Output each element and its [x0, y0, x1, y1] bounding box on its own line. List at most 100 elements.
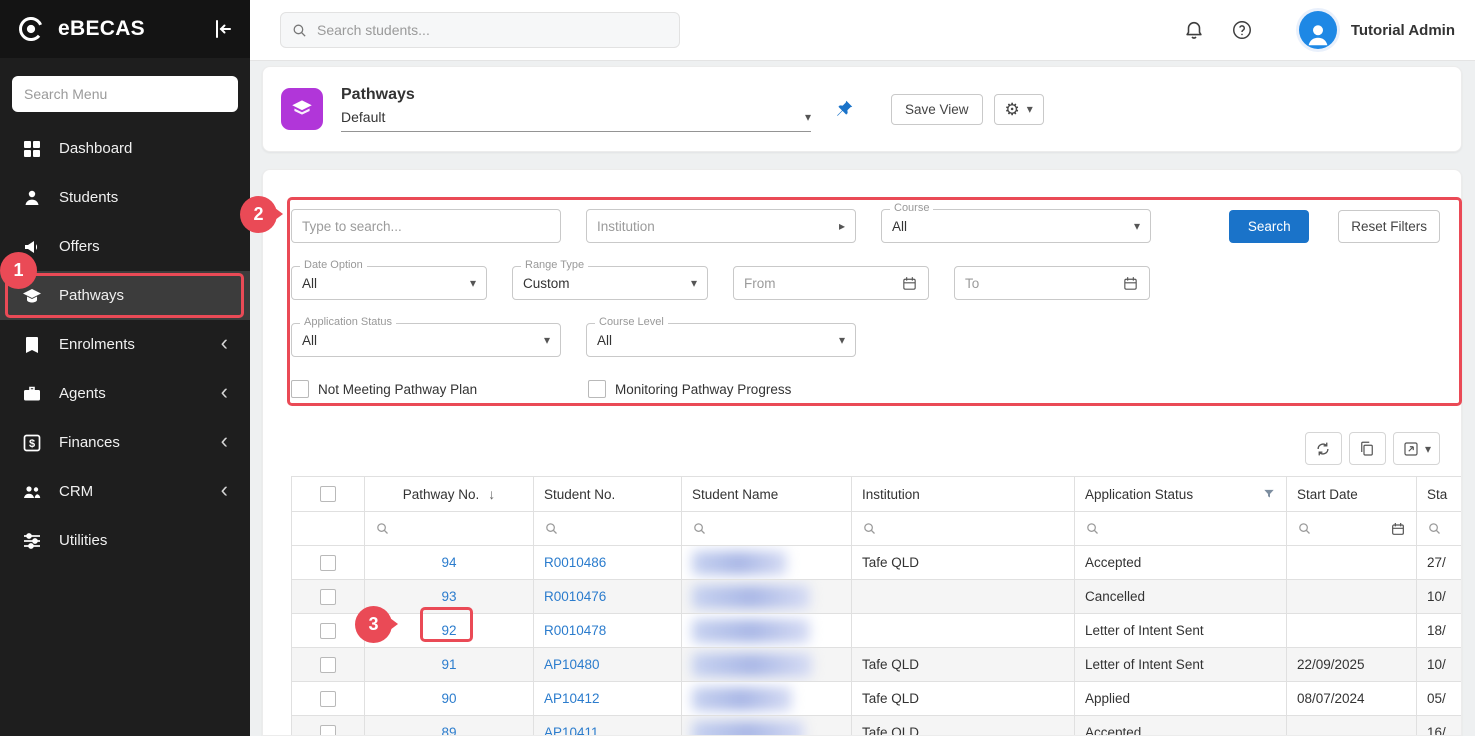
grid-row[interactable]: 90 AP10412 Tafe QLD Applied 08/07/2024 0… [292, 682, 1462, 716]
student-search-input[interactable] [317, 22, 669, 38]
copy-button[interactable] [1349, 432, 1386, 465]
row-checkbox[interactable] [320, 589, 336, 605]
header-cell-pathway-no[interactable]: Pathway No. ↓ [365, 477, 534, 511]
pathway-link[interactable]: 89 [441, 725, 456, 736]
monitoring-checkbox-group: Monitoring Pathway Progress [588, 380, 791, 398]
date-option-field[interactable]: Date Option All ▾ [291, 266, 487, 300]
course-field[interactable]: Course All ▾ [881, 209, 1151, 243]
sidebar-item-students[interactable]: Students [0, 173, 250, 222]
to-date-input[interactable] [965, 276, 1122, 291]
help-icon[interactable] [1231, 19, 1253, 41]
sidebar-item-finances[interactable]: $ Finances ‹ [0, 418, 250, 467]
select-all-checkbox[interactable] [320, 486, 336, 502]
grid-row[interactable]: 91 AP10480 Tafe QLD Letter of Intent Sen… [292, 648, 1462, 682]
row-checkbox[interactable] [320, 555, 336, 571]
student-link[interactable]: AP10480 [544, 657, 600, 672]
sort-descending-icon[interactable]: ↓ [488, 486, 495, 502]
sidebar-collapse-icon[interactable] [210, 17, 234, 41]
from-date-input[interactable] [744, 276, 901, 291]
monitoring-checkbox[interactable] [588, 380, 606, 398]
student-no-cell: AP10480 [534, 648, 682, 681]
save-view-button[interactable]: Save View [891, 94, 983, 125]
filter-cell-status[interactable] [1417, 512, 1462, 545]
status-cell: 10/ [1417, 648, 1462, 681]
view-settings-button[interactable]: ⚙ ▾ [994, 94, 1044, 125]
pathway-link[interactable]: 91 [441, 657, 456, 672]
menu-search-input[interactable] [12, 76, 238, 112]
grid-row[interactable]: 92 R0010478 Letter of Intent Sent 18/ [292, 614, 1462, 648]
sidebar-item-crm[interactable]: CRM ‹ [0, 467, 250, 516]
sidebar-item-dashboard[interactable]: Dashboard [0, 124, 250, 173]
student-link[interactable]: R0010478 [544, 623, 606, 638]
filter-cell-application-status[interactable] [1075, 512, 1287, 545]
filter-row-3: Application Status All ▾ Course Level Al… [291, 323, 1440, 357]
sidebar-item-offers[interactable]: Offers [0, 222, 250, 271]
institution-field[interactable]: Institution ▸ [586, 209, 856, 243]
filter-cell-student-name[interactable] [682, 512, 852, 545]
filter-cell-start-date[interactable] [1287, 512, 1417, 545]
not-meeting-checkbox[interactable] [291, 380, 309, 398]
row-checkbox[interactable] [320, 657, 336, 673]
pin-view-icon[interactable] [833, 98, 855, 120]
user-name: Tutorial Admin [1351, 22, 1455, 39]
grid-row[interactable]: 93 R0010476 Cancelled 10/ [292, 580, 1462, 614]
from-date-field[interactable] [733, 266, 929, 300]
pathway-link[interactable]: 90 [441, 691, 456, 706]
chevron-down-icon: ▾ [691, 277, 697, 289]
student-link[interactable]: R0010486 [544, 555, 606, 570]
header-cell-institution[interactable]: Institution [852, 477, 1075, 511]
grid-row[interactable]: 89 AP10411 Tafe QLD Accepted 16/ [292, 716, 1462, 736]
range-type-field[interactable]: Range Type Custom ▾ [512, 266, 708, 300]
header-cell-status[interactable]: Sta [1417, 477, 1462, 511]
row-select-cell [292, 614, 365, 647]
sidebar-item-label: Utilities [59, 532, 228, 549]
header-cell-start-date[interactable]: Start Date [1287, 477, 1417, 511]
sidebar-item-enrolments[interactable]: Enrolments ‹ [0, 320, 250, 369]
row-checkbox[interactable] [320, 725, 336, 736]
view-header-card: Pathways Default ▾ Save View ⚙ ▾ [262, 66, 1462, 152]
user-avatar[interactable] [1299, 11, 1337, 49]
start-date-cell [1287, 614, 1417, 647]
row-checkbox[interactable] [320, 623, 336, 639]
refresh-button[interactable] [1305, 432, 1342, 465]
grid-row[interactable]: 94 R0010486 Tafe QLD Accepted 27/ [292, 546, 1462, 580]
annotation-step-3: 3 [355, 606, 392, 643]
notifications-bell-icon[interactable] [1183, 19, 1205, 41]
filter-funnel-icon[interactable] [1262, 487, 1276, 501]
pathway-link[interactable]: 93 [441, 589, 456, 604]
student-link[interactable]: AP10412 [544, 691, 600, 706]
to-date-field[interactable] [954, 266, 1150, 300]
row-checkbox[interactable] [320, 691, 336, 707]
application-status-field[interactable]: Application Status All ▾ [291, 323, 561, 357]
topbar-actions: Tutorial Admin [1183, 11, 1455, 49]
calendar-icon[interactable] [901, 275, 918, 292]
export-button[interactable]: ▾ [1393, 432, 1440, 465]
keyword-search-input[interactable] [302, 219, 550, 234]
start-date-cell: 22/09/2025 [1287, 648, 1417, 681]
search-button[interactable]: Search [1229, 210, 1309, 243]
calendar-icon[interactable] [1122, 275, 1139, 292]
view-selector[interactable]: Default ▾ [341, 109, 811, 132]
reset-filters-button[interactable]: Reset Filters [1338, 210, 1440, 243]
start-date-cell [1287, 716, 1417, 736]
calendar-icon[interactable] [1390, 521, 1406, 537]
row-select-cell [292, 682, 365, 715]
sidebar-item-label: Finances [59, 434, 204, 451]
sidebar-item-utilities[interactable]: Utilities [0, 516, 250, 565]
pathway-link[interactable]: 94 [441, 555, 456, 570]
student-link[interactable]: AP10411 [544, 725, 599, 736]
sidebar-item-agents[interactable]: Agents ‹ [0, 369, 250, 418]
filter-cell-student-no[interactable] [534, 512, 682, 545]
filter-cell-pathway-no[interactable] [365, 512, 534, 545]
student-link[interactable]: R0010476 [544, 589, 606, 604]
header-cell-student-no[interactable]: Student No. [534, 477, 682, 511]
view-title-box: Pathways Default ▾ [341, 86, 811, 132]
pathway-link-92[interactable]: 92 [441, 623, 456, 638]
keyword-search-field[interactable] [291, 209, 561, 243]
filter-cell-institution[interactable] [852, 512, 1075, 545]
course-level-field[interactable]: Course Level All ▾ [586, 323, 856, 357]
header-cell-application-status[interactable]: Application Status [1075, 477, 1287, 511]
filter-checkbox-row: Not Meeting Pathway Plan Monitoring Path… [291, 380, 1461, 398]
sidebar-item-pathways[interactable]: Pathways [0, 271, 250, 320]
header-cell-student-name[interactable]: Student Name [682, 477, 852, 511]
